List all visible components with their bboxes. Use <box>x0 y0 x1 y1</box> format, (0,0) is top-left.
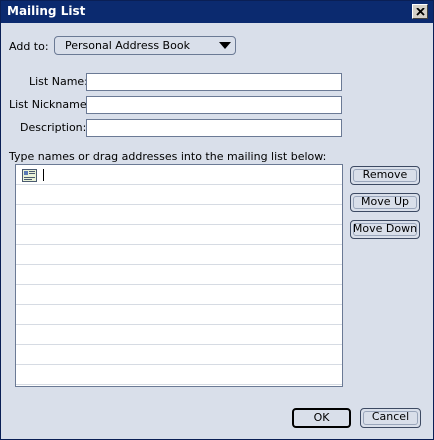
list-row[interactable] <box>16 265 342 285</box>
list-nickname-label: List Nickname: <box>9 98 91 111</box>
move-down-button-label: Move Down <box>352 222 418 235</box>
add-to-label: Add to: <box>9 40 49 53</box>
cancel-button-label: Cancel <box>371 410 410 423</box>
list-row[interactable] <box>16 245 342 265</box>
dialog-title: Mailing List <box>7 4 86 18</box>
move-down-button[interactable]: Move Down <box>350 220 420 239</box>
text-caret <box>43 169 44 181</box>
list-name-field[interactable] <box>86 73 342 91</box>
mailing-list-dialog: Mailing List Add to: Personal Address Bo… <box>0 0 434 440</box>
remove-button[interactable]: Remove <box>350 166 420 185</box>
remove-button-label: Remove <box>362 168 408 181</box>
list-row[interactable] <box>16 205 342 225</box>
description-field[interactable] <box>86 119 342 137</box>
list-nickname-field[interactable] <box>86 96 342 114</box>
list-row[interactable] <box>16 345 342 365</box>
move-up-button[interactable]: Move Up <box>350 193 420 212</box>
ok-button-label: OK <box>313 411 330 424</box>
mailing-list-box[interactable] <box>15 164 343 387</box>
close-icon <box>415 7 425 16</box>
move-up-button-label: Move Up <box>360 195 410 208</box>
list-row[interactable] <box>16 225 342 245</box>
address-card-icon <box>22 169 37 182</box>
cancel-button[interactable]: Cancel <box>360 408 421 428</box>
close-button[interactable] <box>412 4 428 19</box>
add-to-label-text: Add to: <box>9 40 49 53</box>
list-row[interactable] <box>16 305 342 325</box>
title-bar[interactable]: Mailing List <box>1 1 433 23</box>
chevron-down-icon <box>219 42 231 49</box>
list-row[interactable] <box>16 185 342 205</box>
list-name-label: List Name: <box>29 75 88 88</box>
instructions-text: Type names or drag addresses into the ma… <box>9 150 327 163</box>
list-row[interactable] <box>16 285 342 305</box>
ok-button[interactable]: OK <box>292 408 351 428</box>
list-row[interactable] <box>16 325 342 345</box>
add-to-selected: Personal Address Book <box>65 39 190 52</box>
list-row[interactable] <box>16 365 342 385</box>
list-row[interactable] <box>16 165 342 185</box>
add-to-dropdown[interactable]: Personal Address Book <box>54 36 236 55</box>
description-label: Description: <box>20 121 87 134</box>
